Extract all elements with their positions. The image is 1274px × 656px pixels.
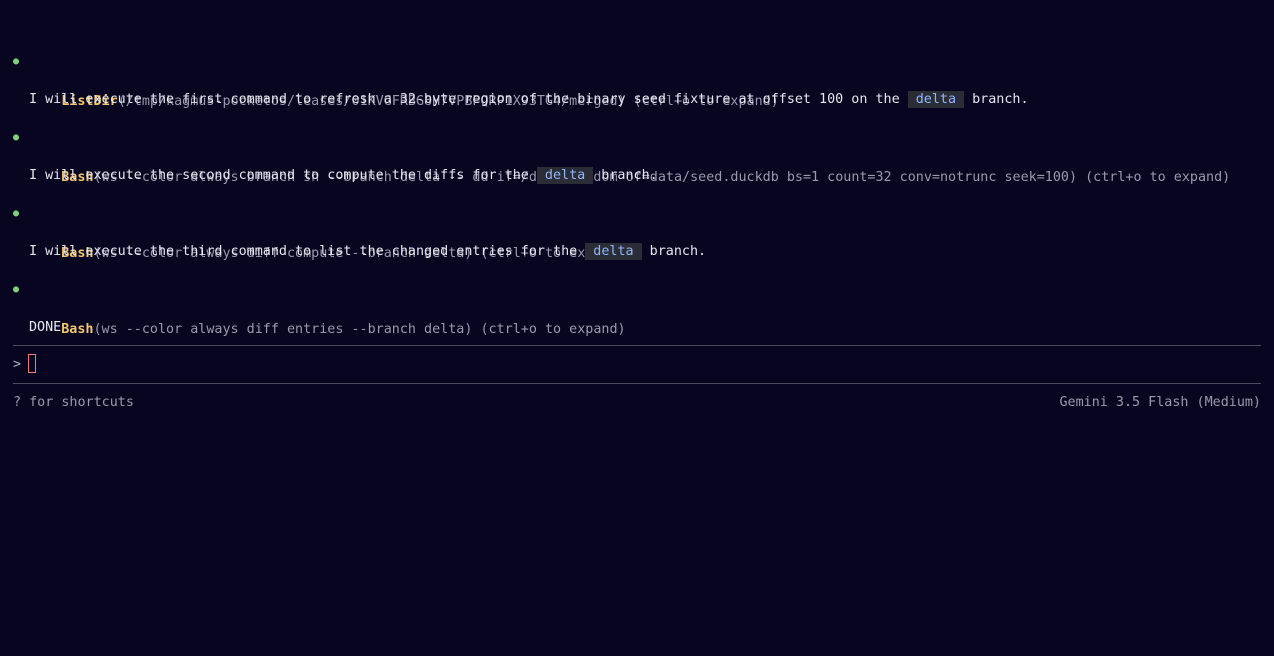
message-text: I will execute the first command to refr…: [29, 92, 908, 107]
tool-call-bash[interactable]: ● Bash(ws --color always diff compute --…: [0, 184, 626, 261]
input-top-divider: [13, 345, 1261, 346]
message-text: branch.: [641, 244, 707, 259]
message-text: branch.: [593, 168, 658, 183]
message-text: branch.: [964, 92, 1029, 107]
prompt-symbol: >: [13, 357, 22, 372]
model-label[interactable]: Gemini 3.5 Flash (Medium): [1059, 393, 1261, 413]
tool-call-bash[interactable]: ● Bash(ws --color always diff entries --…: [0, 260, 626, 337]
input-cursor[interactable]: [28, 354, 36, 373]
tool-call-bash[interactable]: ● Bash(ws --color always branch sh --bra…: [0, 108, 1230, 185]
inline-code: delta: [585, 243, 642, 260]
tool-args: (ws --color always diff entries --branch…: [93, 322, 473, 337]
tool-call-listdir[interactable]: ● ListDir(/tmp/kagmus-pocketos/leases/01…: [0, 32, 779, 109]
status-bullet-icon: ●: [13, 132, 20, 143]
message-text: I will execute the second command to com…: [29, 168, 537, 183]
status-bullet-icon: ●: [13, 284, 20, 295]
input-bottom-divider: [13, 383, 1261, 384]
expand-hint: (ctrl+o to expand): [472, 322, 626, 337]
message-text: I will execute the third command to list…: [29, 244, 586, 259]
assistant-message: I will execute the first command to refr…: [0, 70, 1029, 108]
status-bullet-icon: ●: [13, 56, 20, 67]
assistant-message: I will execute the second command to com…: [0, 146, 658, 184]
shortcuts-hint: ? for shortcuts: [13, 395, 134, 410]
assistant-message: I will execute the third command to list…: [0, 222, 706, 260]
final-message: DONE: [0, 298, 61, 335]
inline-code: delta: [907, 91, 965, 108]
tool-name: Bash: [61, 322, 94, 337]
expand-hint: (ctrl+o to expand): [1077, 170, 1231, 185]
inline-code: delta: [536, 167, 594, 184]
status-bullet-icon: ●: [13, 208, 20, 219]
done-text: DONE: [29, 320, 62, 335]
